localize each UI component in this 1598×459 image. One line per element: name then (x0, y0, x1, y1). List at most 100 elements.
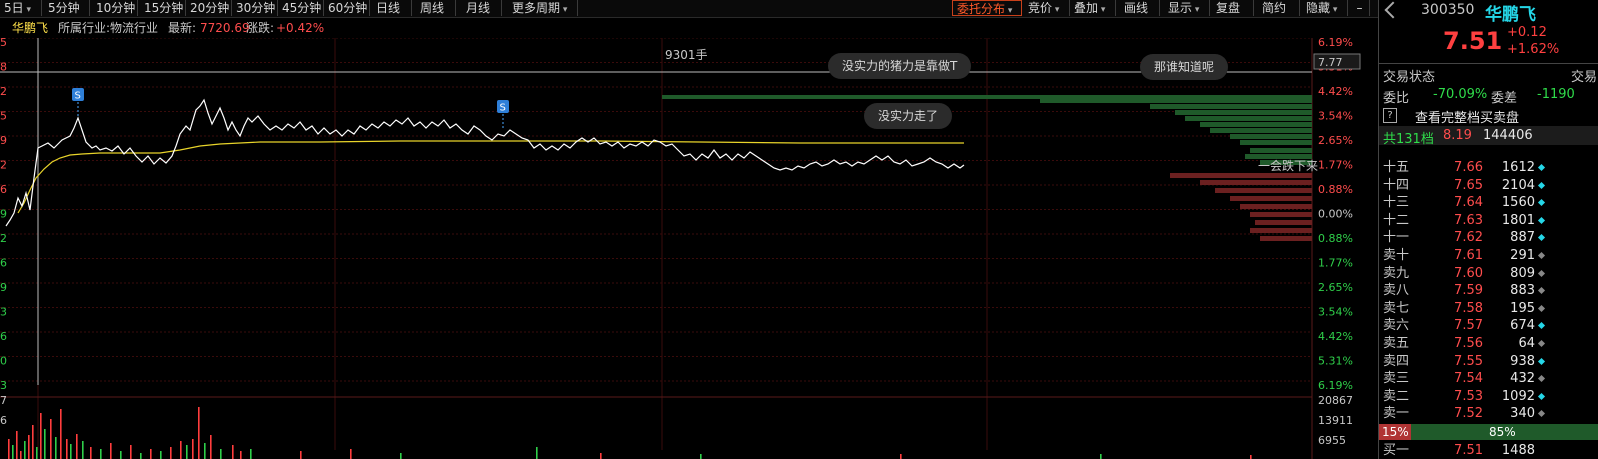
right-axis-label: 0.88% (1318, 232, 1353, 245)
volume-axis-label: 20867 (1318, 394, 1353, 407)
level-name: 卖七 (1383, 300, 1410, 316)
period-monthly[interactable]: 月线 (462, 0, 502, 16)
sell-level-row[interactable]: 十三 7.64 1560 (1379, 194, 1598, 212)
sell-level-row[interactable]: 卖六 7.57 674 (1379, 317, 1598, 335)
hide-menu[interactable]: 隐藏 (1302, 0, 1348, 16)
volume-bar (1100, 454, 1102, 459)
volume-bar (120, 451, 122, 459)
period-60min[interactable]: 60分钟 (324, 0, 370, 16)
sell-level-row[interactable]: 卖八 7.59 883 (1379, 282, 1598, 300)
volume-bar (44, 429, 46, 459)
volume-bars (8, 407, 1252, 459)
left-axis-fragment: 9 (0, 208, 7, 221)
simple-button[interactable]: 简约 (1258, 0, 1300, 16)
change-value: +0.42% (276, 21, 325, 35)
volume-axis-label: 6955 (1318, 434, 1346, 447)
level-name: 卖三 (1383, 371, 1410, 387)
volume-bar (186, 445, 188, 459)
volume-bar (150, 449, 152, 459)
average-price-line (17, 140, 964, 214)
period-45min[interactable]: 45分钟 (278, 0, 324, 16)
minimize-icon[interactable]: – (1350, 0, 1370, 16)
ratio-bar-left-pct: 15% (1382, 425, 1409, 439)
sell-level-row[interactable]: 十五 7.66 1612 (1379, 159, 1598, 177)
sell-level-row[interactable]: 卖一 7.52 340 (1379, 405, 1598, 423)
volume-bar (900, 454, 902, 459)
period-15min[interactable]: 15分钟 (140, 0, 186, 16)
left-axis-fragment: 2 (0, 232, 7, 245)
period-10min[interactable]: 10分钟 (92, 0, 138, 16)
level-name: 十四 (1383, 177, 1410, 193)
volume-bar (240, 451, 242, 459)
close-icon[interactable] (1560, 4, 1574, 18)
sell-level-row[interactable]: 卖三 7.54 432 (1379, 370, 1598, 388)
sell-level-row[interactable]: 卖二 7.53 1092 (1379, 388, 1598, 406)
sell-level-row[interactable]: 十四 7.65 2104 (1379, 177, 1598, 195)
level-volume: 1801 (1501, 212, 1535, 228)
volume-bar (110, 443, 112, 459)
level-name: 十二 (1383, 212, 1410, 228)
period-30min[interactable]: 30分钟 (232, 0, 278, 16)
sell-level-row[interactable]: 卖五 7.56 64 (1379, 335, 1598, 353)
display-menu[interactable]: 显示 (1164, 0, 1210, 16)
depth-bar (1230, 134, 1312, 139)
sell-level-row[interactable]: 卖七 7.58 195 (1379, 300, 1598, 318)
total-levels-label: 共131档 (1383, 132, 1434, 147)
trade-status-value: 交易 (1571, 70, 1598, 85)
auction-menu[interactable]: 竞价 (1024, 0, 1070, 16)
draw-line-button[interactable]: 画线 (1120, 0, 1160, 16)
left-axis-fragment: 3 (0, 306, 7, 319)
level-name: 卖九 (1383, 265, 1410, 281)
volume-bar (204, 443, 206, 459)
full-book-link[interactable]: 查看完整档买卖盘 (1415, 107, 1519, 126)
level-volume: 64 (1518, 336, 1535, 351)
right-axis-label: 2.65% (1318, 281, 1353, 294)
buy-level-1[interactable]: 买一 7.51 1488 (1379, 442, 1598, 459)
level-price: 7.55 (1454, 353, 1483, 369)
volume-bar (76, 434, 78, 459)
stock-code: 300350 (1421, 2, 1475, 18)
back-arrow-icon[interactable] (1384, 1, 1402, 19)
depth-bar (1230, 196, 1312, 201)
comment-bubble-2[interactable]: 那谁知道呢 (1140, 54, 1229, 80)
level-name: 卖八 (1383, 283, 1410, 299)
volume-bar (24, 441, 26, 459)
volume-bar (28, 435, 30, 459)
sell-level-row[interactable]: 十一 7.62 887 (1379, 229, 1598, 247)
help-icon[interactable]: ? (1383, 108, 1397, 123)
period-5min[interactable]: 5分钟 (44, 0, 90, 16)
order-distribution-menu[interactable]: 委托分布 (952, 0, 1022, 16)
right-axis-label: 1.77% (1318, 159, 1353, 172)
volume-bar (70, 444, 72, 459)
level-price: 7.66 (1454, 160, 1483, 175)
depth-bar (1215, 188, 1312, 193)
period-weekly[interactable]: 周线 (416, 0, 456, 16)
sell-level-row[interactable]: 十二 7.63 1801 (1379, 212, 1598, 230)
level-name: 十一 (1383, 230, 1410, 246)
stock-info-line: 华鹏飞 所属行业: 物流行业 最新: 7720.69 涨跌: +0.42% (0, 18, 1378, 38)
comment-bubble-3[interactable]: 没实力走了 (864, 103, 953, 129)
more-periods-dropdown[interactable]: 更多周期 (508, 0, 578, 16)
latest-label: 最新: (168, 21, 197, 35)
comment-bubble-1[interactable]: 没实力的猪力是靠做T (828, 53, 972, 79)
period-daily[interactable]: 日线 (372, 0, 412, 16)
replay-button[interactable]: 复盘 (1212, 0, 1254, 16)
volume-bar (60, 409, 62, 459)
volume-bar (100, 449, 102, 459)
intraday-chart[interactable]: 6.19% 5.31% 4.42% 3.54% 2.65% 1.77% 0.88% 0.00%… (0, 38, 1378, 459)
price-change: +0.12 (1507, 25, 1547, 40)
level-volume: 340 (1510, 406, 1535, 422)
level-price: 7.59 (1454, 283, 1483, 299)
level-change-icon (1537, 199, 1546, 207)
period-20min[interactable]: 20分钟 (186, 0, 232, 16)
volume-bar (180, 441, 182, 459)
level-name: 卖一 (1383, 406, 1410, 422)
period-selector-5day[interactable]: 5日 (0, 0, 42, 16)
volume-axis-label: 13911 (1318, 414, 1353, 427)
depth-bar (1255, 220, 1312, 225)
sell-level-row[interactable]: 卖四 7.55 938 (1379, 353, 1598, 371)
overlay-menu[interactable]: 叠加 (1070, 0, 1116, 16)
left-axis-fragment: 9 (0, 281, 7, 294)
sell-level-row[interactable]: 卖十 7.61 291 (1379, 247, 1598, 265)
sell-level-row[interactable]: 卖九 7.60 809 (1379, 265, 1598, 283)
